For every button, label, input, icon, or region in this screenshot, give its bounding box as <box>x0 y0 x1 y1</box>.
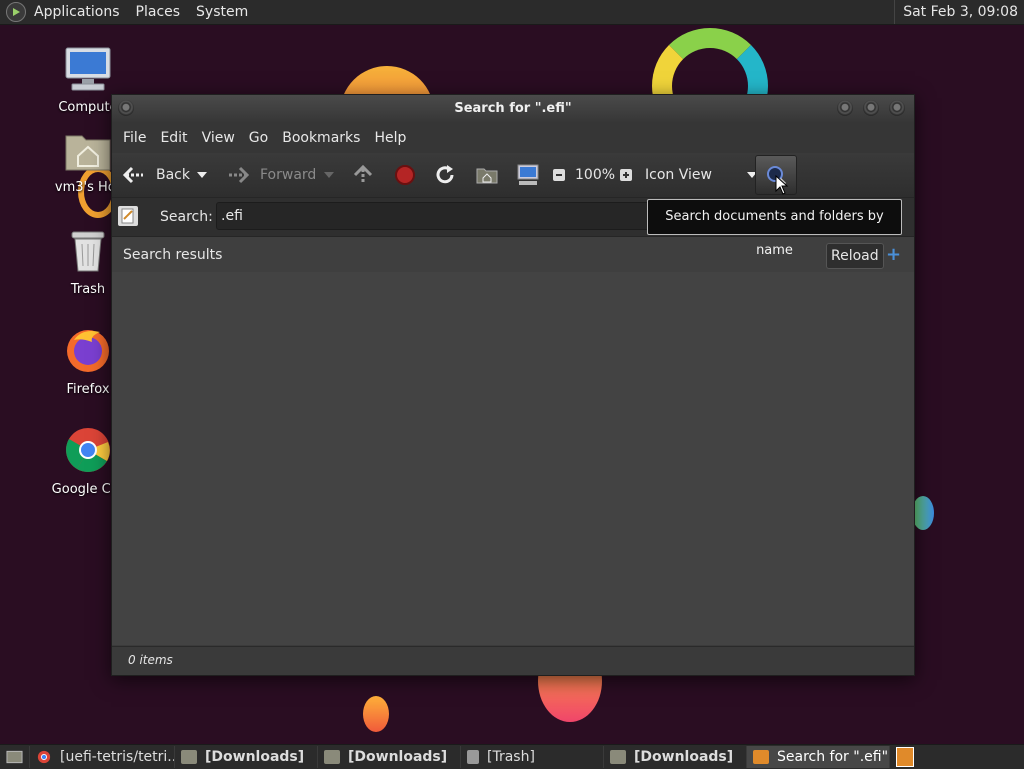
reload-search-button[interactable]: Reload <box>826 243 884 269</box>
taskbar-item-trash[interactable]: [Trash] <box>461 746 604 768</box>
up-button[interactable] <box>352 153 374 197</box>
applications-menu[interactable]: Applications <box>26 4 128 20</box>
status-bar: 0 items <box>112 646 914 675</box>
firefox-icon <box>67 330 109 372</box>
search-results-title: Search results <box>123 247 223 263</box>
distro-logo-icon[interactable] <box>6 2 26 22</box>
menu-go[interactable]: Go <box>242 130 275 146</box>
taskbar-item-downloads-3[interactable]: [Downloads] <box>604 746 747 768</box>
edit-location-icon[interactable] <box>118 206 138 226</box>
item-count: 0 items <box>128 653 173 667</box>
workspace-switcher[interactable] <box>890 746 920 768</box>
chevron-down-icon <box>197 172 207 178</box>
home-button[interactable] <box>476 153 498 197</box>
chrome-icon <box>37 750 51 764</box>
forward-button[interactable]: Forward <box>226 153 316 197</box>
home-folder-icon <box>476 168 498 184</box>
zoom-out-button[interactable] <box>552 153 566 197</box>
zoom-out-icon <box>553 169 565 181</box>
taskbar-item-downloads-2[interactable]: [Downloads] <box>318 746 461 768</box>
file-manager-window: Search for ".efi" File Edit View Go Book… <box>111 94 915 676</box>
menu-edit[interactable]: Edit <box>153 130 194 146</box>
back-button[interactable]: Back <box>122 153 190 197</box>
window-titlebar[interactable]: Search for ".efi" <box>112 95 914 123</box>
search-results-header: Search results Reload + <box>112 237 914 274</box>
back-history-dropdown[interactable] <box>196 153 208 197</box>
taskbar-item-label: [Downloads] <box>205 749 305 765</box>
wallpaper-dot-right <box>912 496 934 530</box>
home-folder-icon <box>65 135 111 171</box>
close-button[interactable] <box>889 100 905 116</box>
maximize-button[interactable] <box>863 100 879 116</box>
menu-file[interactable]: File <box>116 130 153 146</box>
add-criteria-icon[interactable]: + <box>886 244 901 265</box>
search-label: Search: <box>160 209 213 225</box>
reload-button[interactable] <box>434 153 456 197</box>
computer-icon <box>517 164 539 185</box>
chevron-down-icon <box>324 172 334 178</box>
search-folder-icon <box>753 750 769 764</box>
wallpaper-dot-small <box>363 696 389 732</box>
folder-icon <box>324 750 340 764</box>
forward-label: Forward <box>260 167 317 183</box>
taskbar-item-label: [Downloads] <box>634 749 734 765</box>
taskbar-item-downloads-1[interactable]: [Downloads] <box>175 746 318 768</box>
up-arrow-icon <box>353 164 373 184</box>
reload-icon <box>436 165 454 184</box>
zoom-level[interactable]: 100% <box>575 153 615 197</box>
file-view-area[interactable] <box>112 272 914 645</box>
computer-button[interactable] <box>516 153 540 197</box>
forward-history-dropdown[interactable] <box>323 153 335 197</box>
computer-icon <box>65 47 111 91</box>
search-tooltip: Search documents and folders by name <box>647 199 902 258</box>
taskbar-item-label: Search for ".efi" <box>777 749 889 765</box>
view-mode-select[interactable]: Icon View <box>645 153 758 197</box>
system-menu[interactable]: System <box>188 4 256 20</box>
top-panel: Applications Places System Sat Feb 3, 09… <box>0 0 1024 25</box>
view-mode-label: Icon View <box>645 167 712 183</box>
chrome-icon <box>66 428 110 472</box>
taskbar-item-search[interactable]: Search for ".efi" <box>747 746 890 768</box>
taskbar-item-label: [Trash] <box>487 749 535 765</box>
trash-icon <box>71 231 105 272</box>
taskbar-item-chrome[interactable]: [uefi-tetris/tetri... <box>30 746 175 768</box>
taskbar-item-label: [uefi-tetris/tetri... <box>60 749 175 765</box>
menu-bookmarks[interactable]: Bookmarks <box>275 130 367 146</box>
back-label: Back <box>156 167 190 183</box>
taskbar-item-label: [Downloads] <box>348 749 448 765</box>
show-desktop-button[interactable] <box>0 746 30 768</box>
menu-view[interactable]: View <box>195 130 242 146</box>
mouse-cursor-icon <box>775 175 789 195</box>
menu-help[interactable]: Help <box>367 130 413 146</box>
back-arrow-icon <box>122 166 143 184</box>
minimize-button[interactable] <box>837 100 853 116</box>
clock[interactable]: Sat Feb 3, 09:08 <box>894 0 1018 24</box>
window-title: Search for ".efi" <box>454 101 572 116</box>
toolbar: Back Forward 100% Icon View <box>112 153 914 198</box>
zoom-in-button[interactable] <box>619 153 633 197</box>
menubar: File Edit View Go Bookmarks Help <box>112 123 914 153</box>
show-desktop-icon <box>6 750 23 764</box>
trash-icon <box>467 750 479 764</box>
taskbar: [uefi-tetris/tetri... [Downloads] [Downl… <box>0 744 1024 769</box>
folder-icon <box>181 750 197 764</box>
stop-button[interactable] <box>394 153 416 197</box>
stop-icon <box>395 165 415 185</box>
workspace-icon <box>896 747 914 767</box>
zoom-in-icon <box>620 169 632 181</box>
folder-icon <box>610 750 626 764</box>
forward-arrow-icon <box>229 166 250 184</box>
places-menu[interactable]: Places <box>128 4 189 20</box>
